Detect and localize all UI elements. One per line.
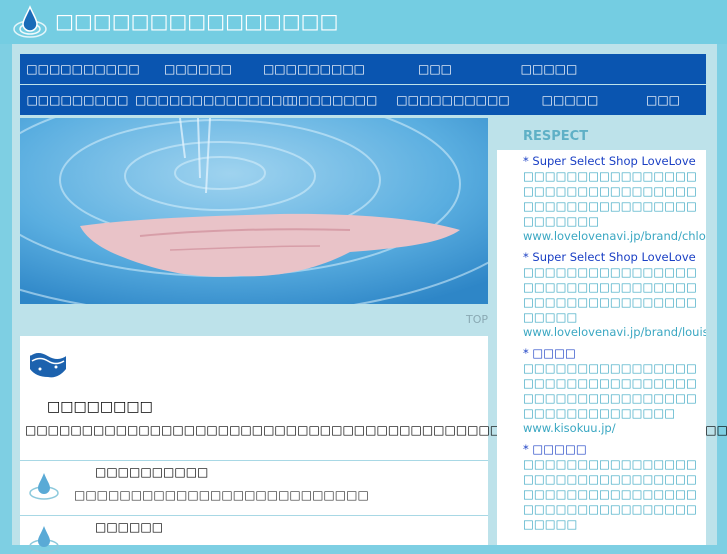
nav-item-5[interactable]: □□□□□ (492, 62, 606, 76)
water-drop-logo-icon[interactable] (12, 4, 48, 40)
divider (20, 460, 488, 461)
hero-image (20, 118, 488, 304)
nav-secondary: □□□□□□□□□ □□□□□□□□□□□□□□ □□□□□□□□ □□□□□□… (20, 85, 706, 115)
sidebar-header: RESPECT (497, 120, 706, 150)
main-content: □□□□□□□□ □□□□□□□□□□□□□□□□□□□□□□□□□□□□□□□… (20, 336, 727, 553)
link-item: * □□□□□ □□□□□□□□□□□□□□□□□□□□□□□□□□□□□□□□… (523, 442, 703, 532)
nav-item-11[interactable]: □□□ (620, 93, 706, 107)
nav-item-9[interactable]: □□□□□□□□□□ (386, 93, 520, 107)
nav-item-6[interactable]: □□□□□□□□□ (20, 93, 135, 107)
nav-item-2[interactable]: □□□□□□ (146, 62, 250, 76)
link-title[interactable]: * Super Select Shop LoveLove (523, 154, 703, 169)
top-link[interactable]: TOP (466, 313, 488, 326)
sidebar-heading: RESPECT (523, 129, 589, 144)
link-url[interactable]: www.lovelovenavi.jp/brand/louisvuitton/ (523, 325, 706, 340)
respect-links: * Super Select Shop LoveLove □□□□□□□□□□□… (523, 154, 706, 538)
nav-item-7[interactable]: □□□□□□□□□□□□□□ (135, 93, 294, 107)
link-item: * Super Select Shop LoveLove □□□□□□□□□□□… (523, 154, 706, 244)
link-desc: □□□□□□□□□□□□□□□□□□□□□□□□□□□□□□□□□□□□□□□□… (523, 457, 697, 531)
divider (20, 515, 488, 516)
main-title: □□□□□□□□ (47, 399, 153, 415)
link-desc: □□□□□□□□□□□□□□□□□□□□□□□□□□□□□□□□□□□□□□□□… (523, 265, 697, 324)
header: □□□□□□□□□□□□□□□ (0, 0, 727, 44)
water-drop-icon (29, 473, 59, 500)
nav-item-4[interactable]: □□□ (378, 62, 492, 76)
link-title[interactable]: * □□□□□ (523, 442, 703, 457)
nav-primary: □□□□□□□□□□ □□□□□□ □□□□□□□□□ □□□ □□□□□ (20, 54, 706, 84)
link-url[interactable]: www.lovelovenavi.jp/brand/chloe/ (523, 229, 706, 244)
nav-item-8[interactable]: □□□□□□□□ (278, 93, 386, 107)
row-title[interactable]: □□□□□□ (95, 520, 163, 534)
link-url[interactable]: www.kisokuu.jp/ (523, 421, 703, 436)
hand-water-illustration (20, 118, 488, 304)
main-text: □□□□□□□□□□□□□□□□□□□□□□□□□□□□□□□□□□□□□□□□… (25, 423, 727, 437)
row-desc: □□□□□□□□□□□□□□□□□□□□□□□□□□ (74, 488, 369, 502)
link-title[interactable]: * Super Select Shop LoveLove (523, 250, 703, 265)
link-item: * □□□□ □□□□□□□□□□□□□□□□□□□□□□□□□□□□□□□□□… (523, 346, 703, 436)
nav-item-10[interactable]: □□□□□ (520, 93, 620, 107)
link-item: * Super Select Shop LoveLove □□□□□□□□□□□… (523, 250, 706, 340)
waves-icon (28, 345, 68, 379)
link-desc: □□□□□□□□□□□□□□□□□□□□□□□□□□□□□□□□□□□□□□□□… (523, 361, 697, 420)
link-desc: □□□□□□□□□□□□□□□□□□□□□□□□□□□□□□□□□□□□□□□□… (523, 169, 697, 228)
sidebar: RESPECT * Super Select Shop LoveLove □□□… (497, 120, 706, 545)
nav-item-1[interactable]: □□□□□□□□□□ (20, 62, 146, 76)
row-title[interactable]: □□□□□□□□□□ (95, 465, 208, 479)
nav-item-3[interactable]: □□□□□□□□□ (250, 62, 378, 76)
water-drop-icon (29, 526, 59, 553)
link-title[interactable]: * □□□□ (523, 346, 703, 361)
site-title[interactable]: □□□□□□□□□□□□□□□ (55, 9, 338, 33)
